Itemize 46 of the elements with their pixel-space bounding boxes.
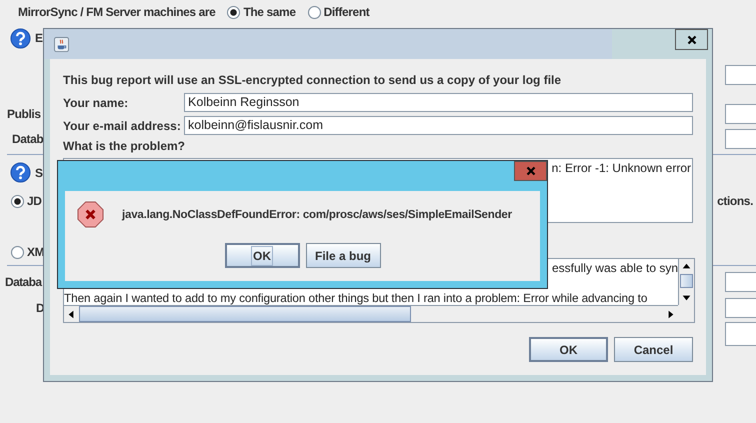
problem-label: What is the problem? — [63, 139, 186, 153]
help-icon — [10, 28, 31, 48]
radio-option[interactable]: Different — [308, 5, 370, 19]
input-field[interactable] — [725, 64, 756, 84]
error-message: java.lang.NoClassDefFoundError: com/prosc/aws/ses/SimpleEmailSender — [122, 208, 512, 220]
radio-label: Different — [324, 5, 370, 19]
section-label: S — [35, 166, 43, 180]
input-field[interactable] — [725, 272, 756, 292]
log-line: essfully was able to syn — [552, 261, 678, 275]
radio-label: The same — [243, 5, 296, 19]
radio-button[interactable] — [308, 6, 321, 18]
close-icon — [526, 166, 536, 176]
radio-option[interactable]: The same — [227, 5, 296, 19]
email-field[interactable]: kolbeinn@fislausnir.com — [184, 116, 693, 135]
intro-text: This bug report will use an SSL-encrypted connection to send us a copy of your log file — [63, 73, 562, 89]
publish-label: Publis — [7, 106, 41, 120]
radio-button[interactable] — [227, 6, 240, 18]
dialog-button[interactable]: OK — [529, 337, 608, 362]
close-button[interactable] — [675, 29, 708, 50]
radio-button[interactable] — [11, 246, 24, 258]
email-label: Your e-mail address: — [63, 118, 182, 132]
horizontal-scrollbar[interactable] — [64, 305, 678, 322]
name-field[interactable]: Kolbeinn Reginsson — [184, 93, 693, 112]
radio-label: JD — [27, 194, 42, 208]
cup-icon — [54, 36, 69, 52]
radio-button[interactable] — [11, 194, 24, 208]
help-icon — [10, 162, 31, 183]
radio-option[interactable]: JD — [11, 194, 42, 208]
input-field[interactable] — [725, 104, 756, 124]
machines-label: MirrorSync / FM Server machines are — [18, 5, 216, 19]
vertical-scrollbar[interactable] — [678, 259, 694, 305]
section-label: E — [35, 31, 43, 45]
database-label: Datab — [11, 132, 44, 146]
dialog-button[interactable]: OK — [224, 243, 300, 268]
name-label: Your name: — [63, 96, 130, 110]
error-icon — [77, 201, 104, 228]
close-icon — [686, 34, 696, 44]
dialog-button[interactable]: File a bug — [306, 243, 380, 268]
log-line: Then again I wanted to add to my configuration other things but then I ran into a problem: Error while advancing to — [64, 291, 648, 305]
dialog-button[interactable]: Cancel — [614, 337, 693, 362]
input-field[interactable] — [725, 298, 756, 318]
database-label: Databa — [5, 275, 42, 289]
input-field[interactable] — [725, 128, 756, 148]
input-field[interactable] — [725, 322, 756, 346]
option-note: ctions. — [717, 194, 753, 208]
problem-text: n: Error -1: Unknown error — [552, 161, 691, 175]
